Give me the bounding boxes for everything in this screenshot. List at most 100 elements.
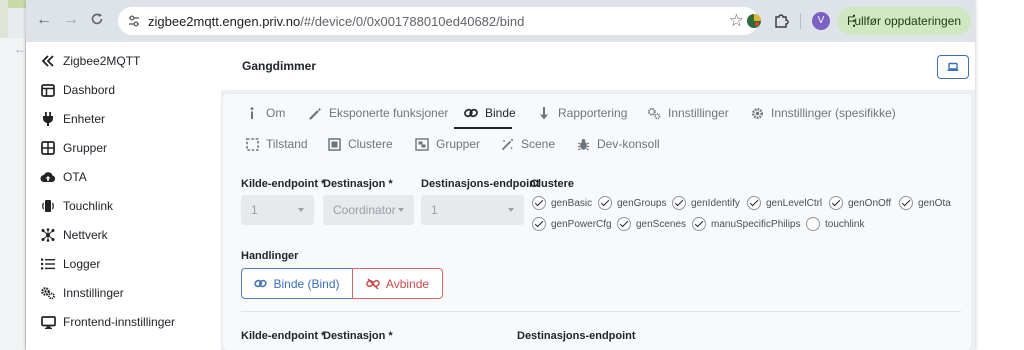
laptop-icon (947, 62, 959, 71)
cluster-checkbox[interactable]: genOnOff (829, 195, 891, 211)
back-button[interactable]: ← (36, 12, 52, 28)
tab-eksponerte-funksjoner[interactable]: Eksponerte funksjoner (308, 104, 448, 122)
cluster-checkbox[interactable]: genPowerCfg (532, 216, 612, 232)
kebab-menu-icon[interactable]: ⋮ (847, 12, 962, 29)
checkbox-checked-icon (692, 217, 706, 231)
sidebar-item-enheter[interactable]: Enheter (40, 109, 215, 129)
caret-down-icon (508, 208, 514, 212)
source-endpoint-select[interactable]: 1 (241, 195, 314, 225)
address-bar[interactable]: zigbee2mqtt.engen.priv.no/#/device/0/0x0… (118, 7, 758, 35)
sidebar-item-innstillinger[interactable]: Innstillinger (40, 283, 215, 303)
caret-down-icon (298, 208, 304, 212)
url-path: /#/device/0/0x001788010ed40682/bind (300, 14, 525, 29)
background-window (975, 0, 1024, 350)
tab-label: Eksponerte funksjoner (329, 106, 449, 120)
checkbox-checked-icon (672, 196, 686, 210)
reload-button[interactable] (90, 12, 104, 30)
extension-icon[interactable] (744, 11, 764, 31)
tab-label: Innstillinger (spesifikke) (771, 106, 896, 120)
checkbox-checked-icon (617, 217, 631, 231)
tab-dev-konsoll[interactable]: Dev-konsoll (576, 135, 660, 153)
plug-icon (40, 111, 56, 127)
gear-icon (750, 106, 764, 120)
background-browser-window: ← (0, 38, 26, 350)
list-icon (40, 256, 56, 272)
destination-endpoint-value: 1 (431, 203, 438, 217)
cluster-name: genScenes (636, 218, 687, 230)
sidebar-item-touchlink[interactable]: Touchlink (40, 196, 215, 216)
cluster-checkbox[interactable]: manuSpecificPhilips (692, 216, 801, 232)
site-settings-icon[interactable] (126, 13, 142, 29)
sidebar-item-nettverk[interactable]: Nettverk (40, 225, 215, 245)
unbind-button-label: Avbinde (385, 276, 430, 291)
destination-label: Destinasjon * (323, 178, 393, 190)
sidebar-item-frontend-innstillinger[interactable]: Frontend-innstillinger (40, 312, 215, 332)
groups-icon (40, 140, 56, 156)
tab-innstillinger[interactable]: Innstillinger (647, 104, 729, 122)
gears-icon (40, 285, 56, 301)
destination-select[interactable]: Coordinator (323, 195, 414, 225)
sidebar-item-ota[interactable]: OTA (40, 167, 215, 187)
tab-grupper[interactable]: Grupper (415, 135, 480, 153)
source-endpoint-value: 1 (251, 203, 258, 217)
arrow-down-icon (537, 106, 551, 120)
source-endpoint-label: Kilde-endpoint * (241, 178, 326, 190)
tab-scene[interactable]: Scene (500, 135, 555, 153)
cluster-name: manuSpecificPhilips (711, 218, 801, 230)
sidebar-item-label: Frontend-innstillinger (63, 315, 176, 329)
tab-om[interactable]: Om (245, 104, 285, 122)
checkbox-unchecked-icon (806, 217, 820, 231)
sidebar-item-label: Innstillinger (63, 286, 124, 300)
sidebar-item-grupper[interactable]: Grupper (40, 138, 215, 158)
browser-toolbar: ← → zigbee2mqtt.engen.priv.no/#/device/0… (26, 0, 975, 42)
bind-button-label: Binde (Bind) (273, 276, 340, 291)
tab-label: Om (266, 106, 286, 120)
cluster-checkbox[interactable]: genGroups (598, 195, 666, 211)
tab-tilstand[interactable]: Tilstand (245, 135, 308, 153)
cloud-upload-icon (40, 169, 56, 185)
update-button[interactable]: Fullfør oppdateringen ⋮ (837, 7, 971, 35)
cluster-name: genPowerCfg (551, 218, 612, 230)
sidebar-item-logger[interactable]: Logger (40, 254, 215, 274)
page-header: Gangdimmer (221, 42, 975, 90)
cluster-checkbox[interactable]: genBasic (532, 195, 592, 211)
url-text: zigbee2mqtt.engen.priv.no/#/device/0/0x0… (148, 14, 524, 29)
sidebar-collapse-toggle[interactable]: Zigbee2MQTT (40, 51, 215, 71)
profile-avatar[interactable]: V (812, 12, 830, 30)
sidebar: Zigbee2MQTT Dashbord Enheter Grupper OTA… (26, 42, 221, 350)
checkbox-checked-icon (899, 196, 913, 210)
cluster-name: genLevelCtrl (766, 197, 823, 209)
sidebar-item-label: Nettverk (63, 228, 108, 242)
active-tab-indicator (454, 127, 512, 129)
sidebar-item-dashbord[interactable]: Dashbord (40, 80, 215, 100)
bind-button[interactable]: Binde (Bind) (241, 268, 353, 299)
tab-rapportering[interactable]: Rapportering (537, 104, 627, 122)
cluster-checkbox[interactable]: genOta (899, 195, 951, 211)
unbind-button[interactable]: Avbinde (352, 268, 443, 299)
bookmark-star-icon[interactable]: ☆ (729, 11, 744, 31)
back-arrow-icon: ← (14, 42, 26, 56)
cluster-checkbox[interactable]: genScenes (617, 216, 686, 232)
extensions-puzzle-icon[interactable] (771, 11, 791, 31)
object-group-icon (327, 137, 341, 151)
clusters-label: Clustere (530, 178, 575, 190)
destination-value: Coordinator (333, 203, 396, 217)
header-action-button[interactable] (937, 55, 969, 79)
destination-endpoint-select[interactable]: 1 (421, 195, 524, 225)
gears-icon (647, 106, 661, 120)
sidebar-item-label: Enheter (63, 112, 106, 126)
app-brand: Zigbee2MQTT (63, 54, 141, 68)
forward-button[interactable]: → (63, 12, 79, 28)
checkbox-checked-icon (532, 217, 546, 231)
unlink-icon (366, 278, 380, 289)
zigbee2mqtt-app: Zigbee2MQTT Dashbord Enheter Grupper OTA… (26, 42, 975, 350)
cluster-checkbox[interactable]: touchlink (806, 216, 864, 232)
tab-binde[interactable]: Binde (464, 104, 516, 122)
magic-wand-icon (308, 106, 322, 120)
cluster-checkbox[interactable]: genIdentify (672, 195, 740, 211)
destination-endpoint-label: Destinasjons-endpoint (421, 178, 540, 190)
tab-clustere[interactable]: Clustere (327, 135, 393, 153)
tab-innstillinger-spesifikke[interactable]: Innstillinger (spesifikke) (750, 104, 896, 122)
cluster-checkbox[interactable]: genLevelCtrl (747, 195, 822, 211)
monitor-icon (40, 314, 56, 330)
